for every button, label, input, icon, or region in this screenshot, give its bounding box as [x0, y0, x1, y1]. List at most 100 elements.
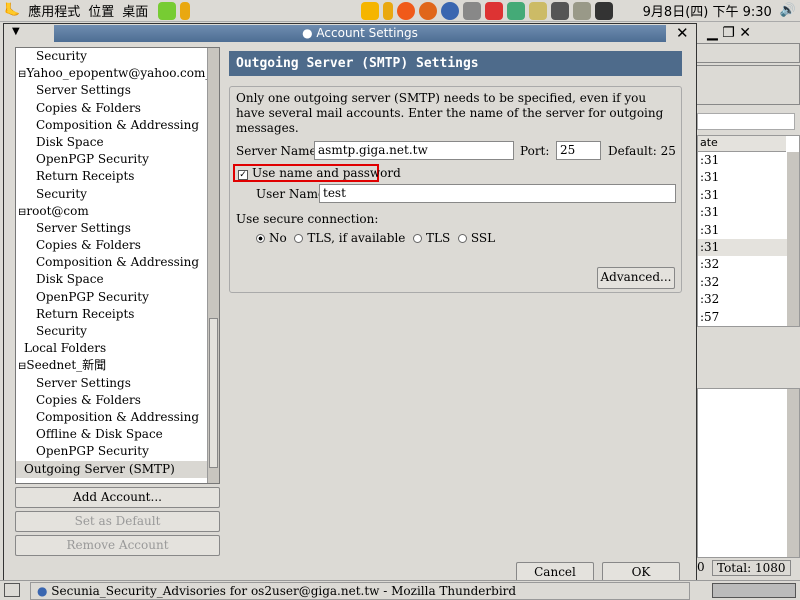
menu-applications[interactable]: 應用程式	[28, 1, 80, 20]
tree-item-label: Return Receipts	[36, 169, 135, 184]
checkbox-check-icon[interactable]: ✓	[238, 170, 248, 180]
window-controls[interactable]: ▁ ❐ ✕	[707, 25, 751, 41]
tree-item-label: OpenPGP Security	[36, 289, 149, 304]
quick-search-input[interactable]	[697, 113, 795, 130]
message-row[interactable]: :31	[698, 169, 787, 186]
skype-icon[interactable]	[396, 1, 415, 20]
messenger-icon[interactable]	[382, 1, 393, 20]
message-row[interactable]: :32	[698, 274, 787, 291]
message-preview	[697, 388, 800, 558]
radio-tls-if-available[interactable]: TLS, if available	[294, 231, 405, 245]
tree-item[interactable]: Disk Space	[16, 134, 219, 151]
close-icon[interactable]: ✕	[676, 24, 689, 42]
tree-item[interactable]: OpenPGP Security	[16, 289, 219, 306]
thunderbird-icon[interactable]	[440, 1, 459, 20]
tree-item[interactable]: Composition & Addressing	[16, 117, 219, 134]
tree-item[interactable]: Server Settings	[16, 220, 219, 237]
tree-item-label: Composition & Addressing	[36, 255, 200, 270]
top-panel: 🦶 應用程式 位置 桌面 9月8日(四) 下午 9:30 🔊	[0, 0, 800, 22]
tree-item[interactable]: Return Receipts	[16, 306, 219, 323]
pdf-icon[interactable]	[484, 1, 503, 20]
tree-item-label: Copies & Folders	[36, 392, 141, 407]
terminal-icon[interactable]	[594, 1, 613, 20]
remove-account-button[interactable]: Remove Account	[15, 535, 220, 556]
tree-item[interactable]: Local Folders	[16, 340, 219, 357]
tree-item[interactable]: OpenPGP Security	[16, 443, 219, 460]
file-cabinet-icon[interactable]	[572, 1, 591, 20]
port-input[interactable]: 25	[556, 141, 601, 160]
smtp-settings-group: Only one outgoing server (SMTP) needs to…	[229, 86, 682, 293]
description: Only one outgoing server (SMTP) needs to…	[236, 91, 664, 135]
radio-ssl[interactable]: SSL	[457, 231, 495, 245]
menu-places[interactable]: 位置	[88, 1, 114, 20]
message-list-scrollbar[interactable]	[787, 152, 799, 326]
message-row[interactable]: :32	[698, 256, 787, 273]
secure-connection-radios: No TLS, if available TLS SSL	[256, 231, 495, 245]
add-account-button[interactable]: Add Account...	[15, 487, 220, 508]
use-auth-checkbox[interactable]: ✓ Use name and password	[238, 166, 401, 180]
server-name-label: Server Name:	[236, 144, 321, 158]
message-row[interactable]: :32	[698, 291, 787, 308]
secure-connection-label: Use secure connection:	[236, 212, 379, 226]
tree-item[interactable]: ⊟root@com	[16, 203, 219, 220]
tree-item[interactable]: ⊟Seednet_新聞	[16, 357, 219, 374]
app-icon[interactable]	[360, 1, 379, 20]
terminal-launcher-icon[interactable]	[462, 1, 481, 20]
message-row[interactable]: :31	[698, 187, 787, 204]
package-icon[interactable]	[506, 1, 525, 20]
tree-item[interactable]: Copies & Folders	[16, 392, 219, 409]
window-menu-icon[interactable]: ▼	[12, 26, 20, 37]
message-row[interactable]: :57	[698, 309, 787, 326]
user-name-input[interactable]: test	[319, 184, 676, 203]
security-icon[interactable]	[528, 1, 547, 20]
tree-item[interactable]: Security	[16, 48, 219, 65]
tree-item[interactable]: Copies & Folders	[16, 100, 219, 117]
message-row[interactable]: :31	[698, 152, 787, 169]
tree-item[interactable]: Server Settings	[16, 82, 219, 99]
firefox-icon[interactable]	[418, 1, 437, 20]
tree-scrollbar[interactable]	[207, 48, 219, 483]
tree-item[interactable]: Security	[16, 186, 219, 203]
show-desktop-icon[interactable]	[4, 583, 20, 597]
shield-icon[interactable]	[158, 1, 177, 20]
tree-item[interactable]: Composition & Addressing	[16, 409, 219, 426]
message-row[interactable]: :31	[698, 222, 787, 239]
port-label: Port:	[520, 144, 550, 158]
gnome-foot-icon[interactable]: 🦶	[4, 3, 20, 18]
tree-item[interactable]: Outgoing Server (SMTP)	[16, 460, 219, 478]
tree-item[interactable]: Disk Space	[16, 271, 219, 288]
tree-item-label: OpenPGP Security	[36, 152, 149, 167]
tree-item[interactable]: Composition & Addressing	[16, 254, 219, 271]
tree-item[interactable]: Return Receipts	[16, 168, 219, 185]
messenger-icon[interactable]	[180, 1, 191, 20]
volume-icon[interactable]: 🔊	[780, 3, 796, 18]
tree-item[interactable]: Copies & Folders	[16, 237, 219, 254]
default-label: Default:	[608, 144, 657, 158]
network-icon[interactable]	[550, 1, 569, 20]
menu-desktop[interactable]: 桌面	[122, 1, 148, 20]
tree-item[interactable]: Server Settings	[16, 375, 219, 392]
message-row[interactable]: :31	[698, 238, 787, 257]
workspace-switcher[interactable]	[712, 583, 796, 598]
tree-item[interactable]: Security	[16, 323, 219, 340]
message-row[interactable]: :31	[698, 204, 787, 221]
default-value: 25	[660, 144, 676, 158]
taskbar-window-button[interactable]: ● Secunia_Security_Advisories for os2use…	[30, 582, 690, 600]
account-settings-dialog: ▼ ● Account Settings ✕ Security ⊟Yahoo_ep…	[3, 23, 697, 600]
advanced-button[interactable]: Advanced...	[597, 267, 675, 289]
tree-item[interactable]: ⊟Yahoo_epopentw@yahoo.com_信...	[16, 65, 219, 82]
radio-no[interactable]: No	[256, 231, 287, 245]
tree-item-label: Security	[36, 186, 87, 201]
date-column-header[interactable]: ate	[698, 136, 786, 152]
set-default-button[interactable]: Set as Default	[15, 511, 220, 532]
tree-item[interactable]: Offline & Disk Space	[16, 426, 219, 443]
clock[interactable]: 9月8日(四) 下午 9:30	[643, 1, 772, 20]
background-window: ▁ ❐ ✕ ate :31:31:31:31:31:31:32:32:32:57…	[697, 23, 800, 580]
use-auth-label: Use name and password	[252, 166, 401, 180]
radio-tls[interactable]: TLS	[413, 231, 450, 245]
preview-scrollbar[interactable]	[787, 389, 799, 557]
thunderbird-icon: ●	[37, 584, 52, 598]
tree-item[interactable]: OpenPGP Security	[16, 151, 219, 168]
server-name-input[interactable]: asmtp.giga.net.tw	[314, 141, 514, 160]
dialog-titlebar[interactable]: ● Account Settings	[54, 25, 666, 42]
